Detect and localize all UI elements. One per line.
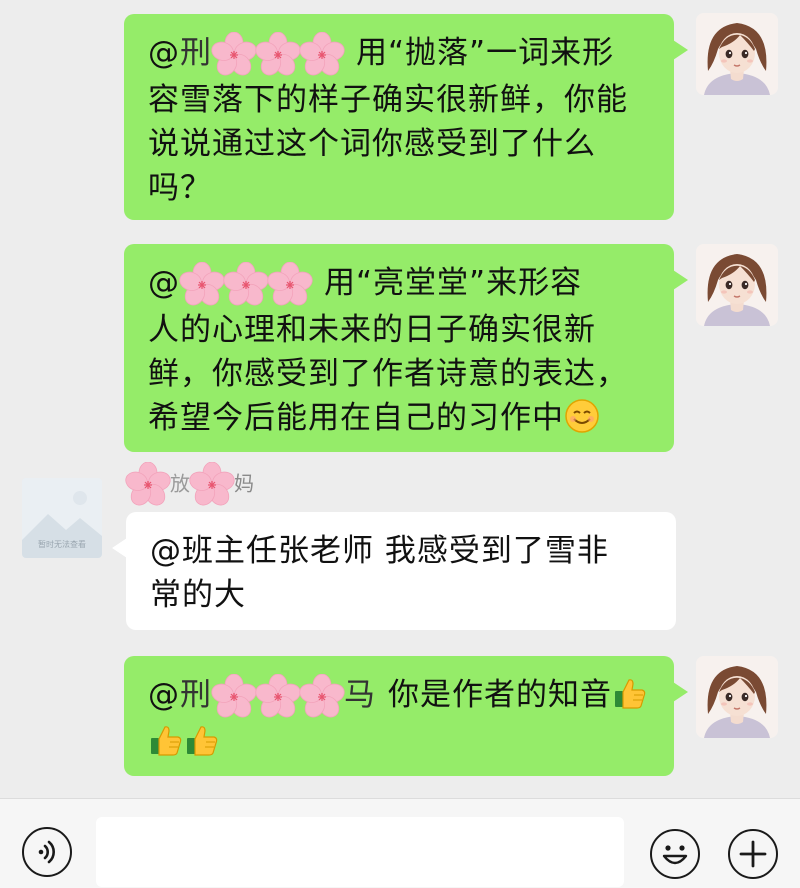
smile-emoji-icon <box>564 398 600 434</box>
message-line: 说说通过这个词你感受到了什么 <box>148 125 596 162</box>
message-line: @刑 用“抛落”一词来形 <box>148 31 652 78</box>
emoji-icon <box>662 845 688 865</box>
mention-at: @ <box>148 677 180 713</box>
mention-name-redacted: 刑马 <box>180 673 376 720</box>
thumbs-up-emoji-icon <box>612 675 648 711</box>
avatar[interactable] <box>696 13 778 95</box>
redaction-flower-icon <box>122 462 174 508</box>
message-text: 你是作者的知音 <box>388 677 612 713</box>
input-bar <box>0 798 800 888</box>
message-line: 鲜，你感受到了作者诗意的表达， <box>148 355 628 392</box>
bubble-tail <box>673 40 688 60</box>
redaction-flower-icon <box>296 674 348 720</box>
avatar[interactable] <box>696 244 778 326</box>
redaction-flower-icon <box>296 32 348 78</box>
emoji-button[interactable] <box>650 829 700 879</box>
redaction-flower-icon <box>186 462 238 508</box>
message-line: @刑马你是作者的知音 <box>148 673 652 720</box>
message-line: @ 用“亮堂堂”来形容 <box>148 261 652 308</box>
message-line: 人的心理和未来的日子确实很新 <box>148 311 596 348</box>
redaction-flower-icon <box>264 262 316 308</box>
bubble-tail <box>112 538 127 558</box>
message-input[interactable] <box>96 817 624 887</box>
message-text: 用“抛落”一词来形 <box>356 35 615 71</box>
plus-icon <box>739 840 767 868</box>
thumbs-up-emoji-icon <box>148 722 184 758</box>
avatar[interactable] <box>696 656 778 738</box>
sender-name: 放妈 <box>126 462 254 508</box>
message-line: 容雪落下的样子确实很新鲜，你能 <box>148 81 628 118</box>
message-bubble[interactable]: @ 用“亮堂堂”来形容 人的心理和未来的日子确实很新 鲜，你感受到了作者诗意的表达… <box>124 244 688 452</box>
message-line: 吗？ <box>148 169 212 206</box>
message-text: 用“亮堂堂”来形容 <box>324 265 583 301</box>
placeholder-caption: 暂时无法查看 <box>38 540 86 549</box>
thumbs-up-emoji-icon <box>184 722 220 758</box>
message-text: 希望今后能用在自己的习作中 <box>148 399 564 436</box>
message-bubble[interactable]: @刑马你是作者的知音 <box>124 656 688 776</box>
avatar-placeholder[interactable]: 暂时无法查看 <box>22 478 102 558</box>
voice-button[interactable] <box>22 827 72 877</box>
voice-icon <box>38 840 55 864</box>
message-bubble[interactable]: @班主任张老师 我感受到了雪非 常的大 <box>112 512 676 630</box>
bubble-tail <box>673 682 688 702</box>
add-button[interactable] <box>728 829 778 879</box>
message-line: 常的大 <box>150 577 246 613</box>
bubble-tail <box>673 270 688 290</box>
message-bubble[interactable]: @刑 用“抛落”一词来形 容雪落下的样子确实很新鲜，你能 说说通过这个词你感受到了… <box>124 14 688 220</box>
message-line: 希望今后能用在自己的习作中 <box>148 396 652 440</box>
mention-name-redacted <box>180 261 312 308</box>
mention-name-redacted: 刑 <box>180 31 344 78</box>
message-line: @班主任张老师 我感受到了雪非 <box>150 533 609 569</box>
mention-at: @ <box>148 35 180 71</box>
message-line <box>148 720 652 764</box>
